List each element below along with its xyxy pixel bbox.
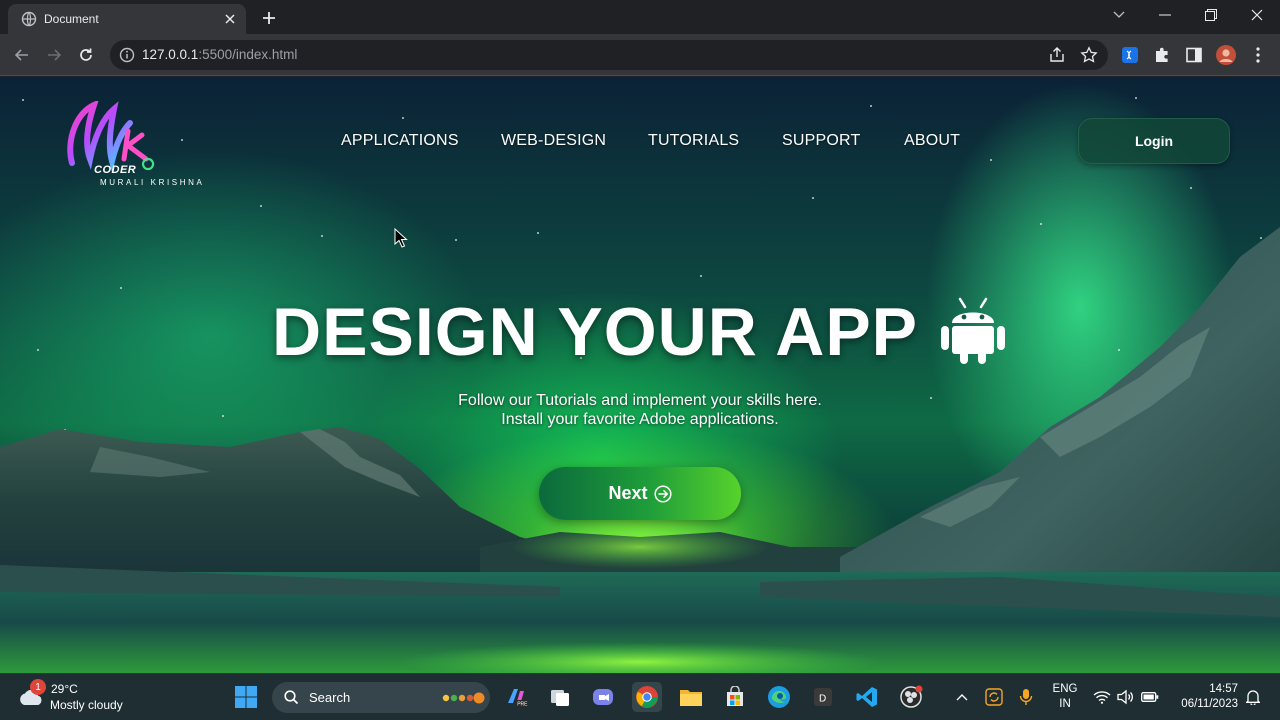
nav-applications[interactable]: APPLICATIONS: [341, 132, 459, 150]
mouse-cursor-icon: [394, 228, 408, 248]
back-icon[interactable]: [9, 42, 35, 68]
side-panel-icon[interactable]: [1184, 45, 1204, 65]
login-button[interactable]: Login: [1078, 118, 1230, 164]
next-button-label: Next: [608, 483, 648, 503]
svg-text:D: D: [819, 694, 826, 705]
bookmark-star-icon[interactable]: [1080, 46, 1098, 64]
nav-about[interactable]: ABOUT: [904, 132, 960, 150]
file-explorer-icon[interactable]: [676, 682, 706, 712]
browser-toolbar: 127.0.0.1:5500/index.html: [0, 34, 1280, 76]
forward-icon[interactable]: [41, 42, 67, 68]
weather-temperature[interactable]: 29°C: [51, 682, 78, 696]
tab-title: Document: [44, 12, 99, 26]
globe-icon: [21, 11, 37, 27]
battery-icon[interactable]: [1139, 686, 1161, 708]
nav-tutorials[interactable]: TUTORIALS: [648, 132, 739, 150]
logo-coder-text: CODER: [94, 164, 137, 176]
windows-start-icon[interactable]: [231, 682, 261, 712]
edge-icon[interactable]: [764, 682, 794, 712]
hero-subtitle-line1: Follow our Tutorials and implement your …: [458, 392, 822, 409]
next-button[interactable]: Next: [539, 467, 741, 520]
vscode-icon[interactable]: [852, 682, 882, 712]
dev-app-icon[interactable]: D: [808, 682, 838, 712]
arrow-circle-right-icon: [653, 484, 672, 503]
volume-icon[interactable]: [1115, 686, 1137, 708]
teams-icon[interactable]: [588, 682, 618, 712]
address-bar[interactable]: 127.0.0.1:5500/index.html: [110, 40, 1108, 70]
more-menu-icon[interactable]: [1248, 45, 1268, 65]
extension-icon[interactable]: [1120, 45, 1140, 65]
hero-subtitle-line2: Install your favorite Adobe applications…: [501, 411, 779, 428]
share-icon[interactable]: [1048, 46, 1066, 64]
minimize-icon[interactable]: [1142, 0, 1188, 30]
wifi-icon[interactable]: [1091, 686, 1113, 708]
android-icon: [941, 297, 1005, 364]
windows-taskbar: 1 29°C Mostly cloudy Search PRE D ENG IN…: [0, 673, 1280, 720]
puzzle-icon[interactable]: [1152, 45, 1172, 65]
profile-avatar[interactable]: [1216, 45, 1236, 65]
weather-badge: 1: [30, 679, 46, 695]
task-view-icon[interactable]: [545, 682, 575, 712]
reload-icon[interactable]: [73, 42, 99, 68]
logo-name-text: MURALI KRISHNA: [100, 178, 205, 187]
search-icon: [284, 690, 299, 705]
microsoft-store-icon[interactable]: [720, 682, 750, 712]
brand-logo[interactable]: CODER MURALI KRISHNA: [64, 101, 219, 189]
search-highlight-icon: [442, 692, 485, 704]
hero-title: DESIGN YOUR APP: [272, 294, 919, 370]
search-placeholder: Search: [309, 690, 351, 705]
web-page: CODER MURALI KRISHNA APPLICATIONS WEB-DE…: [0, 77, 1280, 673]
close-tab-icon[interactable]: [220, 9, 240, 29]
tab-search-icon[interactable]: [1096, 0, 1142, 30]
sync-icon[interactable]: [983, 686, 1005, 708]
system-clock[interactable]: 14:57 06/11/2023: [1168, 682, 1238, 712]
site-info-icon[interactable]: [118, 46, 136, 64]
url-text: 127.0.0.1:5500/index.html: [142, 47, 298, 62]
close-window-icon[interactable]: [1234, 0, 1280, 30]
microphone-icon[interactable]: [1015, 686, 1037, 708]
svg-text:PRE: PRE: [517, 702, 528, 708]
browser-tab-bar: Document: [0, 0, 1280, 34]
chrome-icon[interactable]: [632, 682, 662, 712]
input-language[interactable]: ENG IN: [1052, 682, 1078, 712]
taskbar-search[interactable]: Search: [272, 682, 490, 713]
weather-condition[interactable]: Mostly cloudy: [50, 698, 123, 712]
notifications-bell-icon[interactable]: [1242, 686, 1264, 708]
restore-icon[interactable]: [1188, 0, 1234, 30]
new-tab-icon[interactable]: [258, 7, 280, 29]
nav-support[interactable]: SUPPORT: [782, 132, 860, 150]
nav-web-design[interactable]: WEB-DESIGN: [501, 132, 606, 150]
obs-icon[interactable]: [896, 682, 926, 712]
show-hidden-icons[interactable]: [951, 686, 973, 708]
browser-tab[interactable]: Document: [8, 4, 246, 34]
copilot-icon[interactable]: PRE: [501, 682, 531, 712]
